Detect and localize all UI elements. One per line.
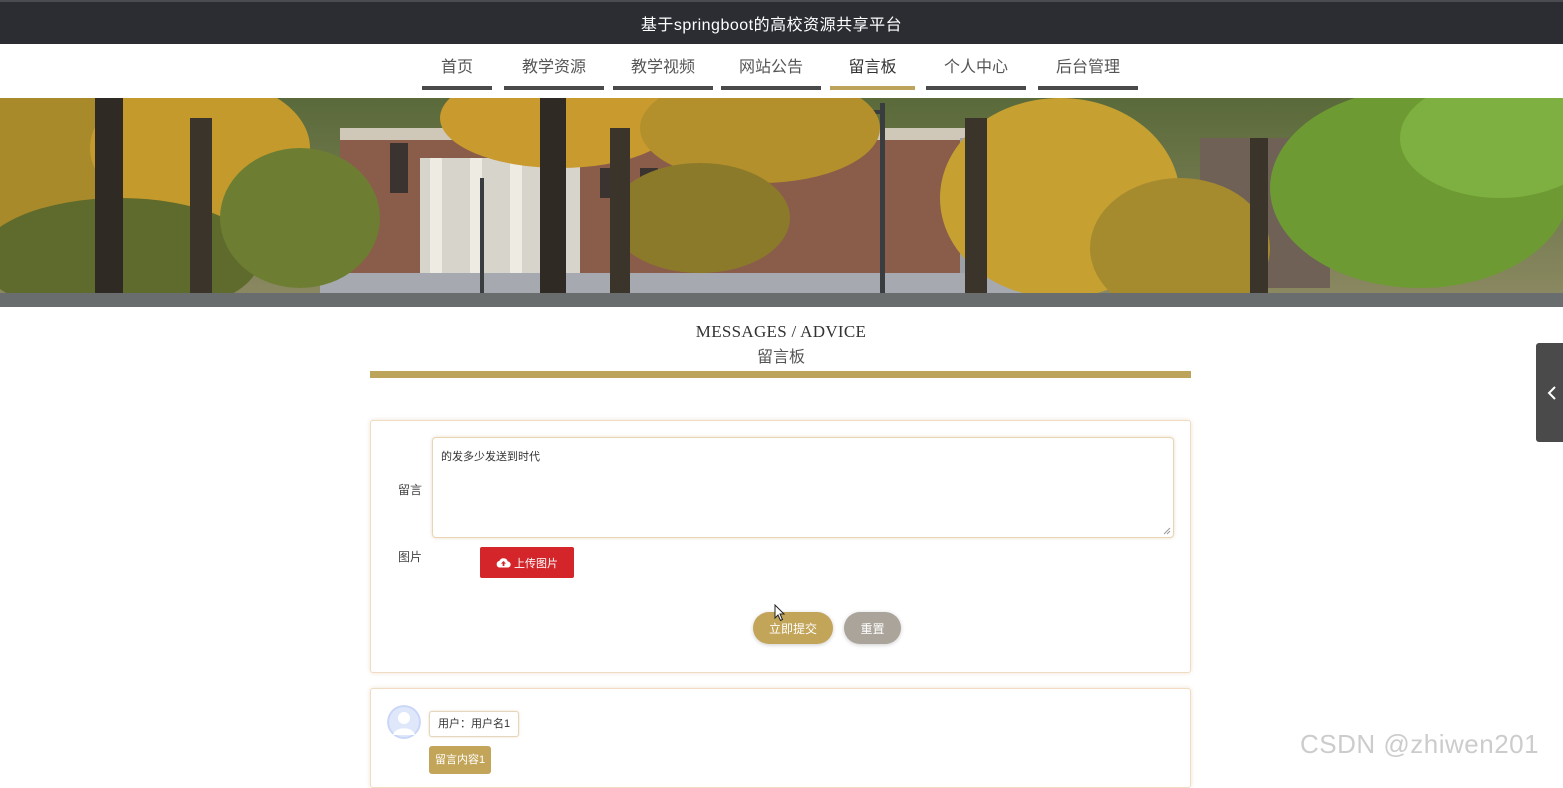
mouse-cursor-icon [774,603,786,627]
image-label: 图片 [398,550,423,564]
site-header: 基于springboot的高校资源共享平台 [0,0,1563,44]
nav-announcements[interactable]: 网站公告 [721,44,821,90]
reset-button[interactable]: 重置 [844,612,901,644]
section-title-en: MESSAGES / ADVICE [695,322,867,341]
nav-admin[interactable]: 后台管理 [1038,44,1138,90]
user-avatar-icon [387,705,421,739]
campus-scene-illustration [0,98,1563,307]
message-form: 留言 的发多少发送到时代 图片 上传图片 立即提交 重置 [370,420,1191,673]
comment-content: 留言内容1 [429,746,492,774]
site-title: 基于springboot的高校资源共享平台 [640,17,903,34]
user-avatar [387,705,421,739]
upload-image-label: 上传图片 [514,557,558,570]
nav-message-board[interactable]: 留言板 [830,44,915,90]
chevron-left-icon [1547,385,1556,400]
campus-banner-image [0,98,1563,307]
message-label: 留言 [398,483,423,497]
section-title-cn: 留言板 [756,349,805,366]
nav-home[interactable]: 首页 [422,44,492,90]
main-nav: 首页 教学资源 教学视频 网站公告 留言板 个人中心 后台管理 [0,44,1563,98]
section-heading: MESSAGES / ADVICE 留言板 [371,322,1191,367]
submit-button[interactable]: 立即提交 [753,612,833,644]
watermark: CSDN @zhiwen201 [1300,729,1540,759]
section-divider [370,371,1191,378]
nav-teaching-resources[interactable]: 教学资源 [504,44,604,90]
message-textarea[interactable]: 的发多少发送到时代 [432,437,1174,538]
side-collapse-tab[interactable] [1536,343,1563,442]
upload-image-button[interactable]: 上传图片 [480,547,574,578]
resize-handle-icon[interactable] [1163,527,1171,535]
comment-username: 用户：用户名1 [429,711,520,737]
nav-teaching-videos[interactable]: 教学视频 [613,44,713,90]
cloud-upload-icon [496,557,511,568]
message-text: 的发多少发送到时代 [441,451,540,463]
nav-personal-center[interactable]: 个人中心 [926,44,1026,90]
comment-item: 用户：用户名1 留言内容1 [370,688,1191,788]
